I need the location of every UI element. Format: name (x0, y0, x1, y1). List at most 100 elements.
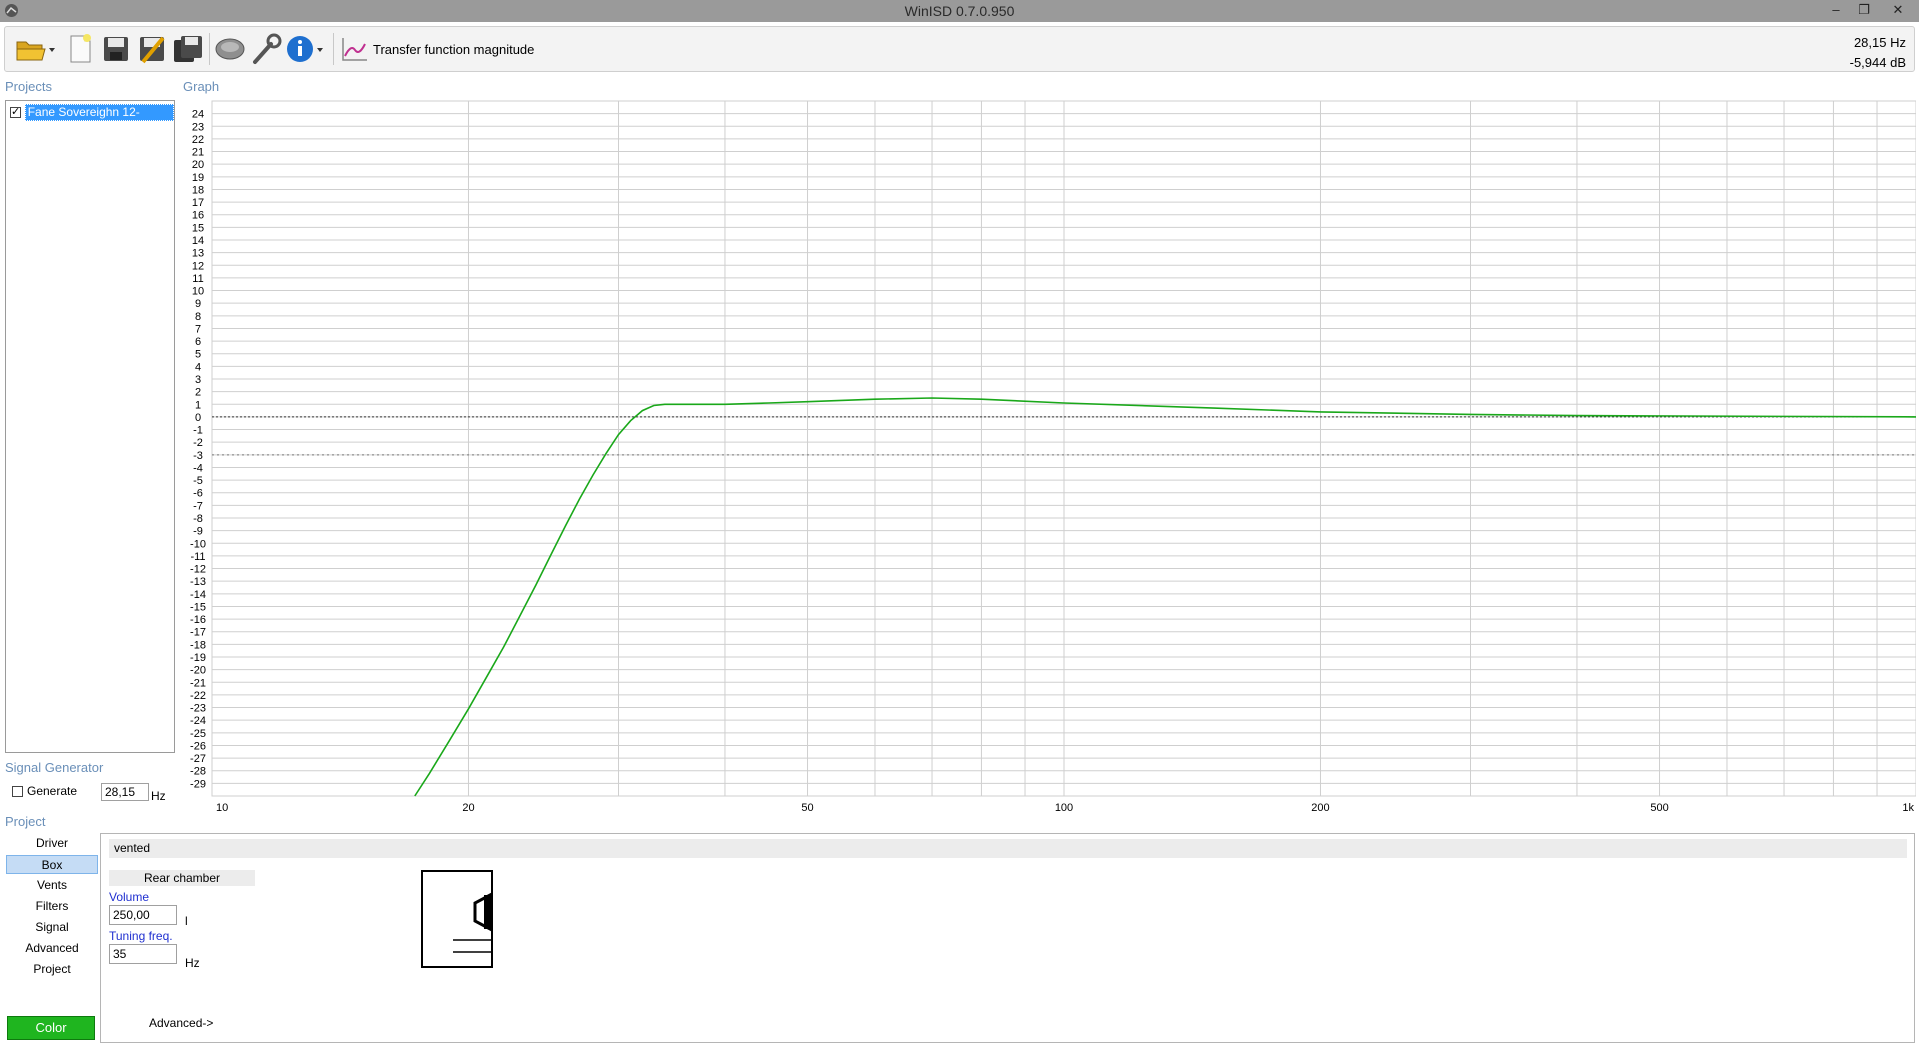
y-tick-label: -28 (190, 766, 206, 778)
x-tick-label: 50 (801, 802, 813, 812)
nav-item-signal[interactable]: Signal (6, 918, 98, 937)
y-tick-label: -2 (193, 437, 203, 449)
y-tick-label: 15 (192, 222, 204, 234)
info-icon (287, 36, 323, 62)
project-section-label: Project (5, 814, 46, 829)
open-folder-button[interactable] (13, 32, 59, 66)
nav-item-box[interactable]: Box (6, 855, 98, 874)
y-tick-label: 24 (192, 109, 204, 121)
toolbar-separator (209, 33, 210, 65)
new-project-button[interactable] (63, 32, 97, 66)
x-tick-label: 1k (1902, 802, 1914, 812)
transfer-function-chart[interactable]: 2423222120191817161514131211109876543210… (180, 100, 1916, 812)
nav-item-filters[interactable]: Filters (6, 897, 98, 916)
nav-item-driver[interactable]: Driver (6, 834, 98, 853)
rear-chamber-header: Rear chamber (109, 870, 255, 886)
close-button[interactable]: ✕ (1880, 0, 1916, 20)
y-tick-label: -4 (193, 462, 203, 474)
volume-unit: l (185, 914, 188, 928)
y-tick-label: 0 (195, 412, 201, 424)
y-tick-label: -13 (190, 576, 206, 588)
settings-wrench-icon (253, 33, 282, 64)
settings-button[interactable] (249, 32, 283, 66)
y-tick-label: -20 (190, 665, 206, 677)
x-tick-label: 10 (216, 802, 228, 812)
y-tick-label: 20 (192, 159, 204, 171)
y-tick-label: 19 (192, 172, 204, 184)
driver-button[interactable] (213, 32, 247, 66)
readout-db: -5,944 dB (1849, 55, 1906, 70)
nav-item-advanced[interactable]: Advanced (6, 939, 98, 958)
box-type-selector[interactable]: vented (109, 839, 1907, 858)
save-button[interactable] (99, 32, 133, 66)
signal-frequency-input[interactable] (101, 783, 149, 801)
save-as-button[interactable] (135, 32, 169, 66)
y-tick-label: -24 (190, 715, 206, 727)
toolbar: Transfer function magnitude 28,15 Hz -5,… (4, 26, 1915, 72)
y-tick-label: -29 (190, 778, 206, 790)
y-tick-label: -5 (193, 475, 203, 487)
y-tick-label: -6 (193, 488, 203, 500)
graph-type-button[interactable] (337, 32, 371, 66)
generate-checkbox[interactable] (12, 785, 23, 797)
info-button[interactable] (285, 32, 329, 66)
maximize-button[interactable]: ❐ (1850, 0, 1878, 20)
x-tick-label: 20 (462, 802, 474, 812)
y-tick-label: 23 (192, 121, 204, 133)
graph-type-label[interactable]: Transfer function magnitude (373, 42, 534, 57)
driver-icon (215, 38, 245, 60)
advanced-link[interactable]: Advanced-> (149, 1016, 213, 1030)
signal-generator-section-label: Signal Generator (5, 760, 104, 775)
y-tick-label: -23 (190, 703, 206, 715)
y-tick-label: -12 (190, 564, 206, 576)
minimize-button[interactable]: – (1822, 0, 1850, 20)
tuning-freq-label: Tuning freq. (109, 929, 173, 943)
box-settings-panel: vented Rear chamber Volume l Tuning freq… (100, 833, 1915, 1043)
y-tick-label: 21 (192, 147, 204, 159)
y-tick-label: -26 (190, 740, 206, 752)
save-icon (104, 37, 128, 61)
y-tick-label: -22 (190, 690, 206, 702)
color-button[interactable]: Color (7, 1016, 95, 1040)
generate-label: Generate (27, 784, 78, 798)
y-tick-label: -17 (190, 627, 206, 639)
toolbar-separator (333, 33, 334, 65)
volume-input[interactable] (109, 905, 177, 925)
y-tick-label: -25 (190, 728, 206, 740)
y-tick-label: -19 (190, 652, 206, 664)
graph-area[interactable]: 24 23 22 21 20 19 18 17 16 15 14 13 12 11 10 9 8 7 6 5 4 3 2 1 0… (180, 100, 1916, 812)
y-tick-label: -18 (190, 639, 206, 651)
y-tick-label: 18 (192, 184, 204, 196)
y-tick-label: -27 (190, 753, 206, 765)
y-tick-label: -15 (190, 601, 206, 613)
nav-item-vents[interactable]: Vents (6, 876, 98, 895)
y-tick-label: -7 (193, 500, 203, 512)
tuning-freq-input[interactable] (109, 944, 177, 964)
y-tick-label: 17 (192, 197, 204, 209)
open-folder-icon (16, 41, 55, 61)
readout-frequency: 28,15 Hz (1853, 35, 1906, 50)
y-tick-label: 8 (195, 311, 201, 323)
title-bar: WinISD 0.7.0.950 – ❐ ✕ (0, 0, 1919, 22)
projects-section-label: Projects (5, 79, 52, 94)
cursor-readout: 28,15 Hz -5,944 dB (1850, 33, 1906, 73)
y-tick-label: -3 (193, 450, 203, 462)
projects-list: Fane Sovereighn 12-250TC (5, 100, 175, 753)
x-tick-label: 500 (1650, 802, 1668, 812)
nav-item-project[interactable]: Project (6, 960, 98, 979)
save-all-button[interactable] (171, 32, 205, 66)
y-tick-label: 12 (192, 260, 204, 272)
signal-frequency-unit: Hz (151, 789, 166, 803)
project-visible-checkbox[interactable] (10, 105, 21, 119)
project-item[interactable]: Fane Sovereighn 12-250TC (10, 103, 174, 134)
y-tick-label: -11 (190, 551, 205, 563)
y-tick-label: -14 (190, 589, 206, 601)
volume-label: Volume (109, 890, 150, 904)
project-name[interactable]: Fane Sovereighn 12-250TC (24, 103, 174, 134)
project-nav: Driver Box Vents Filters Signal Advanced… (6, 834, 98, 981)
graph-section-label: Graph (183, 79, 220, 94)
new-document-icon (70, 34, 91, 63)
y-tick-label: 6 (195, 336, 201, 348)
y-tick-label: -16 (190, 614, 206, 626)
y-tick-label: 5 (195, 349, 201, 361)
